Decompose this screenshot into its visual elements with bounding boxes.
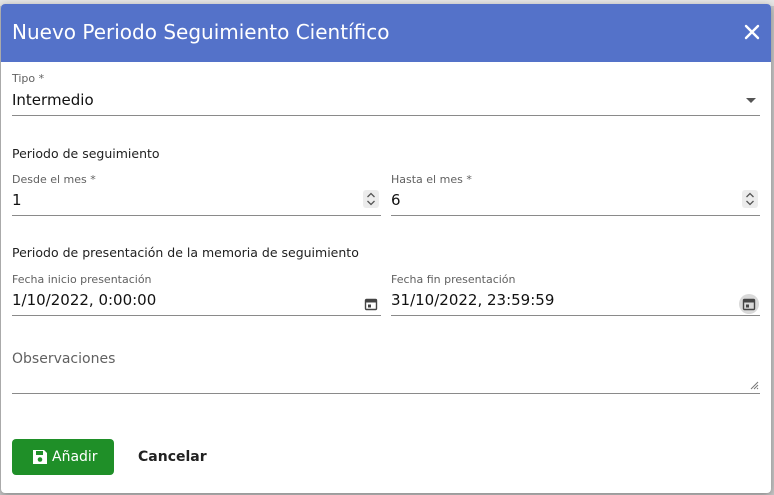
- tipo-select[interactable]: Tipo * Intermedio: [12, 72, 760, 116]
- fecha-fin-field[interactable]: Fecha fin presentación 31/10/2022, 23:59…: [391, 273, 760, 316]
- tipo-underline: [12, 115, 760, 116]
- add-button[interactable]: Añadir: [12, 439, 114, 475]
- fecha-inicio-value: 1/10/2022, 0:00:00: [12, 291, 157, 309]
- close-icon: [744, 24, 760, 40]
- tipo-value: Intermedio: [12, 91, 94, 109]
- desde-mes-value: 1: [12, 191, 22, 209]
- desde-mes-label: Desde el mes *: [12, 173, 96, 186]
- observaciones-textarea[interactable]: Observaciones: [12, 349, 760, 394]
- hasta-mes-underline: [391, 215, 760, 216]
- spinner-icon[interactable]: [742, 190, 758, 208]
- periodo-presentacion-heading: Periodo de presentación de la memoria de…: [12, 245, 359, 260]
- save-icon: [33, 450, 47, 464]
- spinner-icon[interactable]: [363, 190, 379, 208]
- chevron-down-icon: [746, 98, 756, 103]
- dialog-title: Nuevo Periodo Seguimiento Científico: [12, 20, 390, 44]
- desde-mes-underline: [12, 215, 381, 216]
- fecha-inicio-underline: [12, 315, 381, 316]
- cancel-button[interactable]: Cancelar: [127, 439, 209, 475]
- calendar-icon[interactable]: [364, 296, 380, 312]
- hasta-mes-label: Hasta el mes *: [391, 173, 472, 186]
- fecha-inicio-label: Fecha inicio presentación: [12, 273, 152, 286]
- observaciones-placeholder: Observaciones: [12, 351, 116, 367]
- observaciones-underline: [12, 393, 760, 394]
- hasta-mes-value: 6: [391, 191, 401, 209]
- fecha-inicio-field[interactable]: Fecha inicio presentación 1/10/2022, 0:0…: [12, 273, 381, 316]
- fecha-fin-value: 31/10/2022, 23:59:59: [391, 291, 555, 309]
- fecha-fin-label: Fecha fin presentación: [391, 273, 516, 286]
- cancel-button-label: Cancelar: [138, 449, 207, 465]
- dialog: Nuevo Periodo Seguimiento Científico Tip…: [1, 4, 771, 493]
- calendar-icon[interactable]: [739, 294, 759, 314]
- desde-mes-field[interactable]: Desde el mes * 1: [12, 173, 381, 216]
- fecha-fin-underline: [391, 315, 760, 316]
- periodo-seguimiento-heading: Periodo de seguimiento: [12, 146, 160, 161]
- hasta-mes-field[interactable]: Hasta el mes * 6: [391, 173, 760, 216]
- close-button[interactable]: [743, 23, 761, 41]
- dialog-header: Nuevo Periodo Seguimiento Científico: [1, 4, 771, 62]
- resize-grip-icon[interactable]: [749, 380, 759, 390]
- tipo-label: Tipo *: [12, 72, 45, 85]
- add-button-label: Añadir: [52, 449, 98, 465]
